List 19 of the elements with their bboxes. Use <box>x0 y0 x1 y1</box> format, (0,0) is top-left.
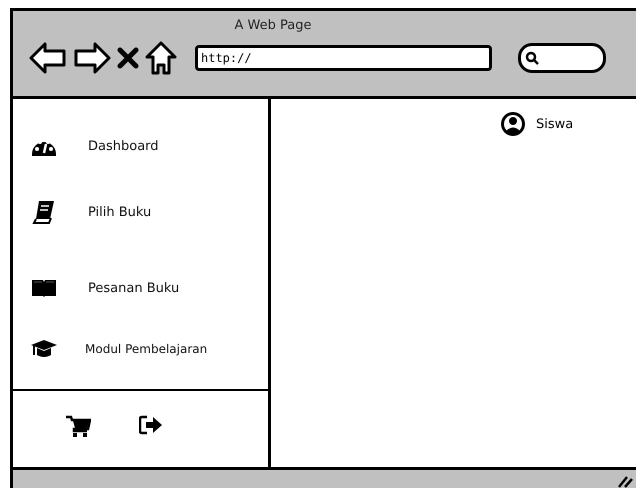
cart-icon[interactable] <box>65 415 91 437</box>
close-icon[interactable] <box>117 47 139 69</box>
sidebar-item[interactable]: Modul Pembelajaran <box>85 342 208 356</box>
home-icon[interactable] <box>145 41 177 75</box>
open-book-icon <box>30 278 58 298</box>
search-icon <box>525 51 539 65</box>
search-field[interactable] <box>518 43 606 73</box>
address-field[interactable]: http:// <box>195 45 492 71</box>
forward-icon[interactable] <box>73 41 111 75</box>
logout-icon[interactable] <box>139 415 163 435</box>
back-icon[interactable] <box>29 41 67 75</box>
user-name: Siswa <box>536 116 574 132</box>
user-icon <box>500 111 526 137</box>
sidebar-item[interactable]: Pesanan Buku <box>88 280 180 296</box>
resize-grip-icon[interactable] <box>617 474 633 488</box>
window-title: A Web Page <box>234 18 312 33</box>
sidebar-item[interactable]: Dashboard <box>88 138 159 154</box>
sidebar-item[interactable]: Pilih Buku <box>88 204 152 220</box>
graduation-cap-icon <box>30 339 58 359</box>
